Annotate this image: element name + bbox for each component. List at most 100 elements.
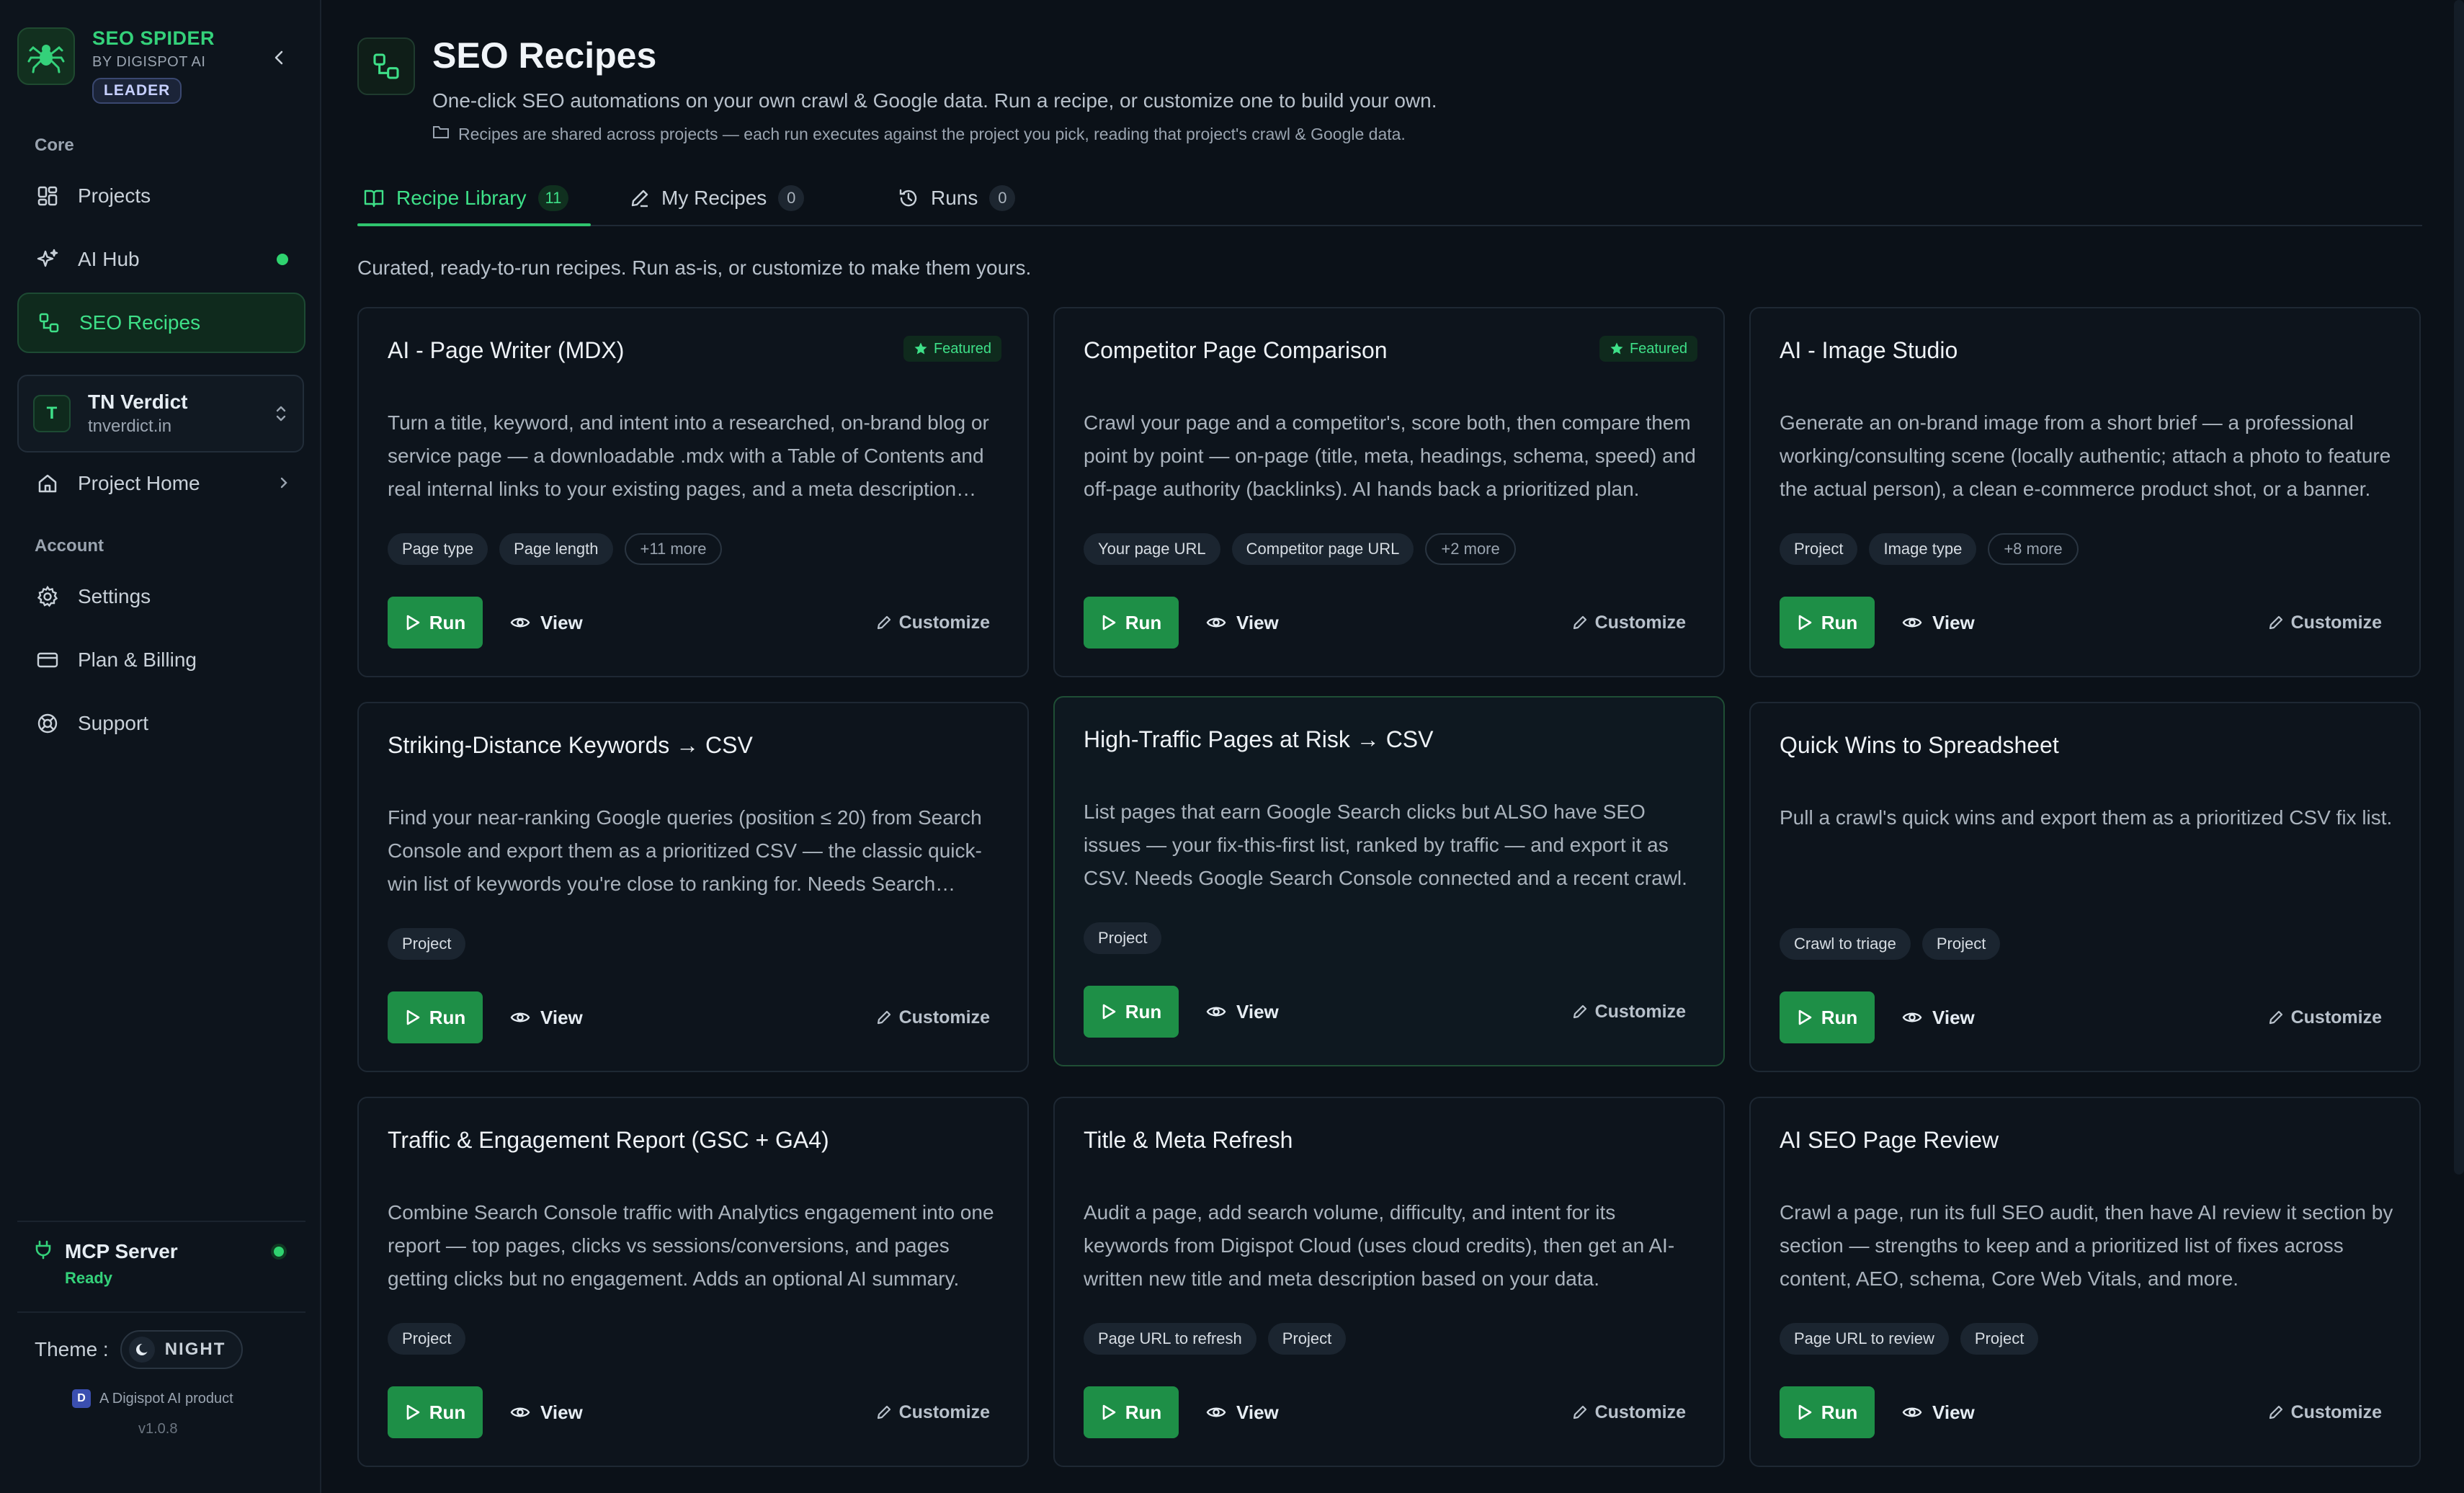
- customize-button[interactable]: Customize: [1572, 1386, 1686, 1438]
- brand[interactable]: SEO SPIDER BY DIGISPOT AI LEADER: [17, 27, 215, 104]
- page-subtitle: One-click SEO automations on your own cr…: [432, 89, 1437, 112]
- view-button[interactable]: View: [1193, 1386, 1292, 1438]
- tab-count: 11: [537, 185, 569, 211]
- chevron-right-icon: [277, 472, 291, 495]
- recipe-title: Striking-Distance Keywords → CSV: [388, 732, 753, 758]
- view-button[interactable]: View: [497, 991, 596, 1043]
- customize-button[interactable]: Customize: [876, 1386, 990, 1438]
- sidebar-item-project-home[interactable]: Project Home: [17, 455, 305, 512]
- view-label: View: [540, 1006, 583, 1028]
- run-button[interactable]: Run: [1780, 597, 1875, 649]
- sidebar-item-support[interactable]: Support: [17, 693, 305, 754]
- recipe-card[interactable]: AI - Image Studio Generate an on-brand i…: [1749, 307, 2421, 677]
- sparkles-icon: [35, 246, 61, 272]
- sidebar: SEO SPIDER BY DIGISPOT AI LEADER Core Pr…: [0, 0, 321, 1493]
- tab-count: 0: [778, 185, 805, 211]
- project-domain: tnverdict.in: [88, 416, 172, 436]
- recipe-card[interactable]: AI SEO Page Review Crawl a page, run its…: [1749, 1097, 2421, 1467]
- tab-runs[interactable]: Runs 0: [898, 170, 1016, 226]
- run-button[interactable]: Run: [1780, 991, 1875, 1043]
- run-button[interactable]: Run: [1084, 986, 1179, 1038]
- sidebar-item-label: SEO Recipes: [79, 311, 201, 334]
- nav-section-account: Account: [35, 536, 104, 556]
- customize-button[interactable]: Customize: [876, 597, 990, 649]
- input-tag: Competitor page URL: [1231, 533, 1414, 565]
- recipe-card[interactable]: Competitor Page Comparison Featured Craw…: [1053, 307, 1725, 677]
- more-inputs-tag[interactable]: +2 more: [1425, 533, 1516, 565]
- customize-button[interactable]: Customize: [1572, 986, 1686, 1038]
- tab-my-recipes[interactable]: My Recipes 0: [630, 170, 805, 226]
- recipe-description: Pull a crawl's quick wins and export the…: [1780, 806, 2393, 829]
- play-icon: [1797, 1404, 1813, 1421]
- view-button[interactable]: View: [1193, 986, 1292, 1038]
- play-icon: [1797, 614, 1813, 631]
- input-tag: Project: [1084, 922, 1162, 954]
- more-inputs-tag[interactable]: +8 more: [1988, 533, 2079, 565]
- recipe-card[interactable]: Quick Wins to Spreadsheet Pull a crawl's…: [1749, 702, 2421, 1072]
- recipe-card[interactable]: Title & Meta Refresh Audit a page, add s…: [1053, 1097, 1725, 1467]
- page-note-text: Recipes are shared across projects — eac…: [458, 124, 1406, 143]
- view-button[interactable]: View: [1889, 597, 1988, 649]
- recipe-title: Traffic & Engagement Report (GSC + GA4): [388, 1127, 829, 1153]
- run-button[interactable]: Run: [388, 1386, 483, 1438]
- customize-button[interactable]: Customize: [876, 991, 990, 1043]
- view-label: View: [1236, 1000, 1279, 1022]
- view-button[interactable]: View: [497, 597, 596, 649]
- eye-icon: [1902, 1405, 1922, 1420]
- run-button[interactable]: Run: [388, 597, 483, 649]
- recipe-inputs: Page URL to refresh Project: [1084, 1323, 1357, 1355]
- customize-button[interactable]: Customize: [2268, 1386, 2382, 1438]
- recipe-card[interactable]: AI - Page Writer (MDX) Featured Turn a t…: [357, 307, 1029, 677]
- customize-label: Customize: [898, 612, 990, 633]
- view-button[interactable]: View: [497, 1386, 596, 1438]
- run-label: Run: [1125, 611, 1162, 633]
- sidebar-item-label: Projects: [78, 184, 151, 207]
- recipe-inputs: Project Image type +8 more: [1780, 533, 2090, 565]
- recipe-title: AI - Image Studio: [1780, 337, 1958, 363]
- run-button[interactable]: Run: [388, 991, 483, 1043]
- eye-icon: [1206, 1405, 1226, 1420]
- input-tag: Page type: [388, 533, 488, 565]
- collapse-sidebar-button[interactable]: [267, 45, 293, 71]
- sidebar-item-settings[interactable]: Settings: [17, 566, 305, 627]
- sidebar-item-label: Settings: [78, 585, 151, 607]
- customize-button[interactable]: Customize: [2268, 597, 2382, 649]
- status-dot: [271, 1244, 287, 1260]
- scrollbar[interactable]: [2454, 0, 2464, 1175]
- play-icon: [1101, 1003, 1117, 1020]
- sidebar-item-ai-hub[interactable]: AI Hub: [17, 229, 305, 290]
- view-button[interactable]: View: [1889, 1386, 1988, 1438]
- theme-toggle[interactable]: NIGHT: [120, 1330, 244, 1369]
- view-button[interactable]: View: [1889, 991, 1988, 1043]
- run-button[interactable]: Run: [1084, 1386, 1179, 1438]
- brand-name: SEO SPIDER: [92, 27, 215, 49]
- customize-button[interactable]: Customize: [2268, 991, 2382, 1043]
- input-tag: Project: [1267, 1323, 1347, 1355]
- project-selector[interactable]: T TN Verdict tnverdict.in: [17, 375, 304, 453]
- spider-logo-icon: [17, 27, 75, 85]
- view-label: View: [540, 611, 583, 633]
- recipe-title: Quick Wins to Spreadsheet: [1780, 732, 2059, 758]
- sidebar-item-seo-recipes[interactable]: SEO Recipes: [17, 293, 305, 353]
- sidebar-item-label: Project Home: [78, 472, 200, 494]
- run-button[interactable]: Run: [1780, 1386, 1875, 1438]
- view-button[interactable]: View: [1193, 597, 1292, 649]
- sidebar-item-projects[interactable]: Projects: [17, 166, 305, 226]
- customize-label: Customize: [2290, 612, 2382, 633]
- recipe-card[interactable]: Traffic & Engagement Report (GSC + GA4) …: [357, 1097, 1029, 1467]
- recipe-card[interactable]: High-Traffic Pages at Risk → CSV List pa…: [1053, 696, 1725, 1066]
- run-label: Run: [429, 1401, 466, 1423]
- sidebar-item-billing[interactable]: Plan & Billing: [17, 630, 305, 690]
- moon-icon: [128, 1337, 155, 1363]
- tab-recipe-library[interactable]: Recipe Library 11: [363, 170, 569, 226]
- run-button[interactable]: Run: [1084, 597, 1179, 649]
- eye-icon: [510, 615, 530, 630]
- recipe-card[interactable]: Striking-Distance Keywords → CSV Find yo…: [357, 702, 1029, 1072]
- recipe-inputs: Page type Page length +11 more: [388, 533, 733, 565]
- recipe-description: List pages that earn Google Search click…: [1084, 801, 1687, 889]
- mcp-server-status[interactable]: MCP Server Ready: [33, 1239, 287, 1288]
- mcp-title: MCP Server: [65, 1239, 178, 1262]
- input-tag: Project: [388, 928, 466, 960]
- customize-button[interactable]: Customize: [1572, 597, 1686, 649]
- more-inputs-tag[interactable]: +11 more: [624, 533, 723, 565]
